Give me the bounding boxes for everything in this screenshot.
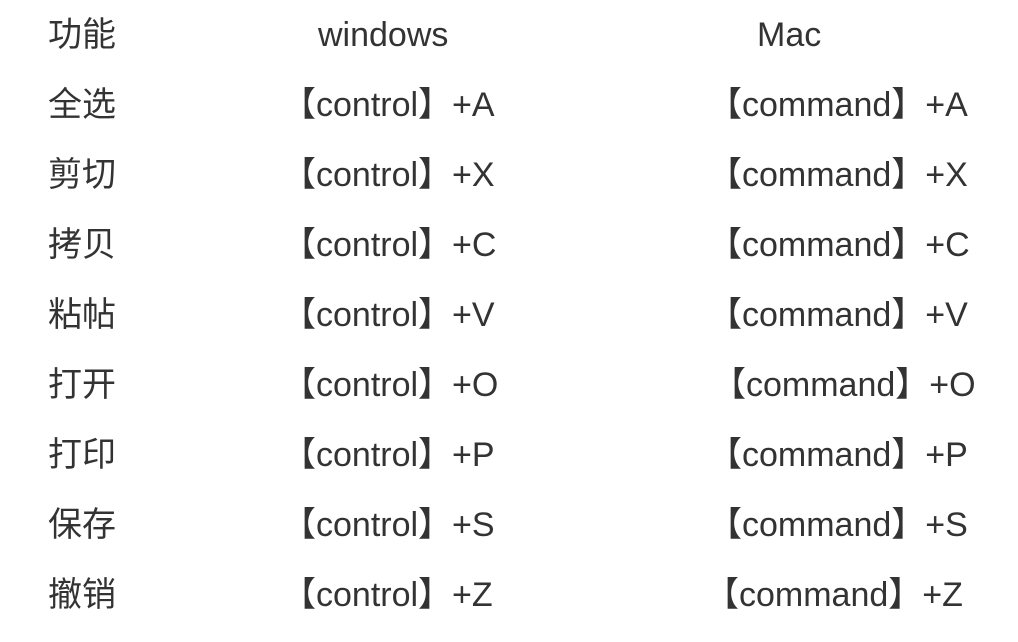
table-row: 打开 【control】+O 【command】+O [0, 350, 1018, 420]
column-header-mac: Mac [757, 16, 822, 54]
function-cell: 撤销 [48, 576, 116, 614]
function-cell: 拷贝 [48, 226, 116, 264]
column-header-windows: windows [318, 16, 449, 54]
shortcut-table: 功能 windows Mac 全选 【control】+A 【command】+… [0, 0, 1018, 642]
windows-shortcut-cell: 【control】+P [282, 436, 495, 474]
windows-shortcut-cell: 【control】+A [282, 86, 495, 124]
windows-shortcut-cell: 【control】+C [282, 226, 497, 264]
table-row: 粘帖 【control】+V 【command】+V [0, 280, 1018, 350]
table-row: 全选 【control】+A 【command】+A [0, 70, 1018, 140]
windows-shortcut-cell: 【control】+S [282, 506, 495, 544]
mac-shortcut-cell: 【command】+O [712, 366, 976, 404]
function-cell: 全选 [48, 86, 116, 124]
windows-shortcut-cell: 【control】+X [282, 156, 495, 194]
mac-shortcut-cell: 【command】+V [708, 296, 968, 334]
mac-shortcut-cell: 【command】+X [708, 156, 968, 194]
function-cell: 粘帖 [48, 296, 116, 334]
windows-shortcut-cell: 【control】+O [282, 366, 499, 404]
table-row: 剪切 【control】+X 【command】+X [0, 140, 1018, 210]
mac-shortcut-cell: 【command】+S [708, 506, 968, 544]
function-cell: 剪切 [48, 156, 116, 194]
mac-shortcut-cell: 【command】+P [708, 436, 968, 474]
mac-shortcut-cell: 【command】+A [708, 86, 968, 124]
function-cell: 打印 [48, 436, 116, 474]
function-cell: 打开 [48, 366, 116, 404]
column-header-function: 功能 [48, 16, 116, 54]
function-cell: 保存 [48, 506, 116, 544]
windows-shortcut-cell: 【control】+V [282, 296, 495, 334]
table-row: 拷贝 【control】+C 【command】+C [0, 210, 1018, 280]
table-row: 保存 【control】+S 【command】+S [0, 490, 1018, 560]
mac-shortcut-cell: 【command】+C [708, 226, 970, 264]
mac-shortcut-cell: 【command】+Z [705, 576, 963, 614]
table-header-row: 功能 windows Mac [0, 0, 1018, 70]
table-row: 打印 【control】+P 【command】+P [0, 420, 1018, 490]
windows-shortcut-cell: 【control】+Z [282, 576, 493, 614]
table-row: 撤销 【control】+Z 【command】+Z [0, 560, 1018, 630]
